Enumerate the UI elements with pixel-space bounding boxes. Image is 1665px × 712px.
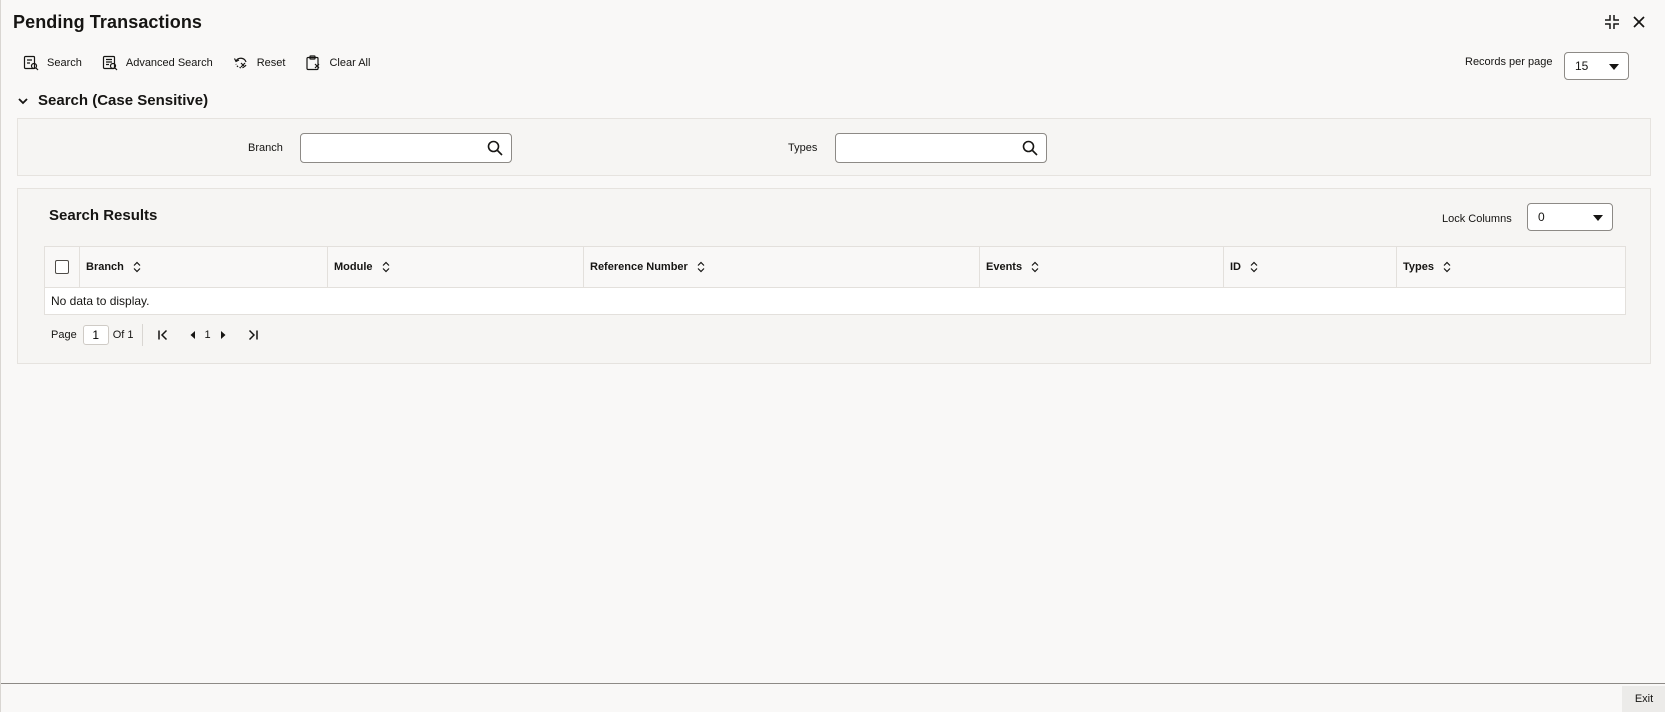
advanced-search-button-label: Advanced Search — [125, 57, 213, 69]
column-header-module[interactable]: Module — [327, 247, 583, 287]
exit-button[interactable]: Exit — [1622, 686, 1665, 712]
column-header-label: ID — [1230, 261, 1241, 273]
search-results-panel: Search Results Lock Columns 0 Branch Mod… — [17, 188, 1651, 364]
sort-icon — [1250, 261, 1258, 273]
first-page-button[interactable] — [155, 327, 171, 343]
next-page-button[interactable] — [215, 327, 231, 343]
types-field — [835, 133, 1047, 163]
search-icon[interactable] — [487, 140, 503, 156]
types-input[interactable] — [842, 134, 1021, 162]
branch-label: Branch — [248, 142, 283, 154]
chevron-down-icon — [18, 97, 28, 104]
types-label: Types — [788, 142, 818, 154]
branch-input[interactable] — [307, 134, 486, 162]
table-header-row: Branch Module Reference Number Events ID — [45, 247, 1625, 288]
column-header-events[interactable]: Events — [979, 247, 1223, 287]
advanced-search-icon — [102, 55, 118, 71]
column-header-label: Module — [334, 261, 373, 273]
pagination: Page Of 1 1 — [51, 324, 265, 346]
lock-columns-value: 0 — [1538, 210, 1545, 224]
records-per-page-select[interactable]: 15 — [1564, 52, 1629, 80]
reset-icon — [233, 57, 247, 69]
sort-icon — [382, 261, 389, 273]
empty-table-message: No data to display. — [51, 294, 150, 308]
search-section-toggle[interactable]: Search (Case Sensitive) — [17, 92, 208, 109]
sort-icon — [1443, 261, 1451, 273]
pending-transactions-window: Pending Transactions Search Advanced Sea… — [0, 0, 1665, 712]
close-window-icon[interactable] — [1629, 12, 1649, 32]
column-header-label: Events — [986, 261, 1023, 273]
previous-page-icon — [190, 331, 195, 339]
lock-columns-label: Lock Columns — [1442, 213, 1512, 225]
next-page-icon — [220, 331, 226, 339]
search-icon[interactable] — [1022, 140, 1038, 156]
sort-icon — [133, 261, 141, 273]
column-header-id[interactable]: ID — [1223, 247, 1396, 287]
branch-field — [300, 133, 512, 163]
current-page-number: 1 — [204, 329, 211, 341]
column-header-types[interactable]: Types — [1396, 247, 1625, 287]
search-button-label: Search — [47, 57, 82, 69]
search-panel: Branch Types — [17, 118, 1651, 176]
advanced-search-button[interactable]: Advanced Search — [102, 55, 213, 71]
column-header-reference-number[interactable]: Reference Number — [583, 247, 979, 287]
page-title: Pending Transactions — [13, 12, 203, 32]
caret-down-icon — [1593, 215, 1603, 221]
results-table: Branch Module Reference Number Events ID — [44, 246, 1626, 315]
page-of-label: Of 1 — [112, 329, 134, 341]
clipboard-icon — [306, 55, 320, 71]
column-header-label: Types — [1403, 261, 1434, 273]
pagination-divider — [141, 324, 143, 346]
column-header-branch[interactable]: Branch — [79, 247, 327, 287]
records-per-page-label: Records per page — [1465, 56, 1553, 68]
reset-button-label: Reset — [256, 57, 286, 69]
first-page-icon — [157, 329, 167, 341]
lock-columns-select[interactable]: 0 — [1527, 203, 1613, 231]
sort-icon — [1031, 261, 1039, 273]
select-all-cell — [45, 247, 79, 287]
previous-page-button[interactable] — [185, 327, 201, 343]
clear-all-button-label: Clear All — [329, 57, 371, 69]
search-button[interactable]: Search — [23, 55, 82, 71]
reset-button[interactable]: Reset — [233, 55, 286, 71]
column-header-label: Reference Number — [590, 261, 688, 273]
sort-icon — [697, 261, 705, 273]
page-label: Page — [51, 329, 77, 341]
search-section-title: Search (Case Sensitive) — [38, 92, 209, 109]
search-doc-icon — [23, 55, 39, 71]
clear-all-button[interactable]: Clear All — [305, 55, 370, 71]
column-header-label: Branch — [86, 261, 124, 273]
page-number-input[interactable] — [82, 325, 109, 345]
toolbar: Search Advanced Search Reset Clear All — [23, 55, 370, 71]
last-page-icon — [248, 329, 258, 341]
select-all-checkbox[interactable] — [55, 260, 69, 274]
footer-bar: Exit — [1, 683, 1665, 712]
records-per-page-value: 15 — [1575, 59, 1589, 73]
restore-window-icon[interactable] — [1602, 12, 1622, 32]
caret-down-icon — [1609, 64, 1619, 70]
last-page-button[interactable] — [245, 327, 261, 343]
search-results-title: Search Results — [49, 207, 158, 224]
